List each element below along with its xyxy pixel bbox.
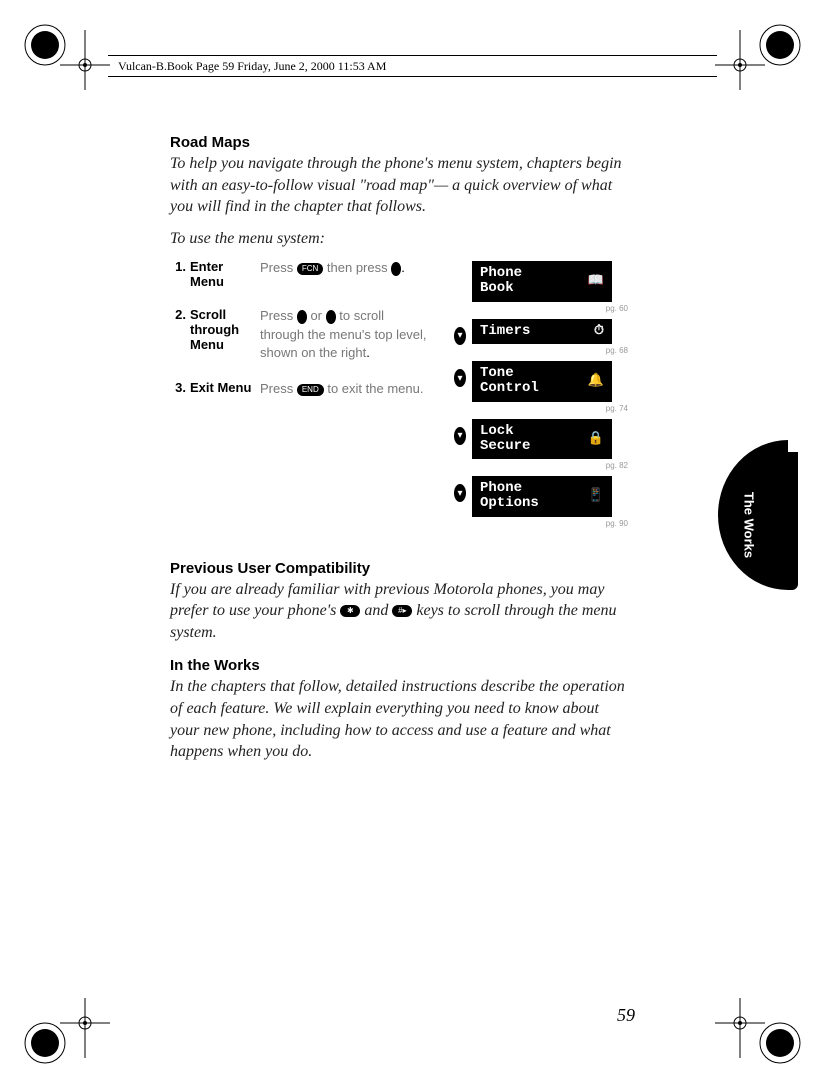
menu-box-label: Timers	[480, 324, 530, 339]
menu-item: ▾ Timers ⏱ pg. 68	[450, 319, 630, 356]
menu-box-icon: 🔒	[588, 432, 604, 446]
menu-box: Timers ⏱	[472, 319, 612, 345]
step-3: 3. Exit Menu Press END to exit the menu.	[170, 380, 430, 398]
menu-box: Tone Control 🔔	[472, 361, 612, 401]
menu-box-icon: 📱	[588, 489, 604, 503]
page-ref: pg. 74	[450, 404, 628, 413]
menu-item: ▾ Tone Control 🔔 pg. 74	[450, 361, 630, 412]
step-2: 2. Scroll through Menu Press or to scrol…	[170, 307, 430, 362]
step-1: 1. Enter Menu Press FCN then press .	[170, 259, 430, 289]
step-3-num: 3.	[170, 380, 190, 398]
step-2-num: 2.	[170, 307, 190, 362]
star-key-icon: ✱	[340, 605, 360, 617]
menu-box-icon: 📖	[588, 274, 604, 288]
road-maps-heading: Road Maps	[170, 134, 630, 151]
scroll-arrow-icon: ▾	[454, 369, 466, 387]
menu-box-label: Phone Book	[480, 266, 522, 295]
menu-item: ▾ Phone Options 📱 pg. 90	[450, 476, 630, 527]
step-2-desc: Press or to scroll through the menu's to…	[260, 307, 430, 362]
step-3-label: Exit Menu	[190, 380, 260, 398]
pound-key-icon: #▸	[392, 605, 412, 617]
page-number: 59	[617, 1005, 635, 1026]
page-ref: pg. 82	[450, 461, 628, 470]
header-text: Vulcan-B.Book Page 59 Friday, June 2, 20…	[108, 59, 386, 74]
side-tab: The Works	[708, 440, 798, 610]
menu-box: Phone Options 📱	[472, 476, 612, 516]
scroll-key-icon	[391, 262, 401, 276]
side-tab-label: The Works	[741, 492, 756, 558]
menu-box-label: Tone Control	[480, 366, 539, 395]
menu-box-label: Phone Options	[480, 481, 539, 510]
step-1-num: 1.	[170, 259, 190, 289]
fcn-key-icon: FCN	[297, 263, 323, 275]
step-2-label: Scroll through Menu	[190, 307, 260, 362]
menu-box-icon: ⏱	[594, 324, 604, 338]
crop-mark-tr	[715, 20, 805, 110]
scroll-up-key-icon	[297, 310, 307, 324]
step-1-desc: Press FCN then press .	[260, 259, 430, 289]
end-key-icon: END	[297, 384, 324, 396]
menu-box: Phone Book 📖	[472, 261, 612, 301]
scroll-arrow-icon: ▾	[454, 327, 466, 345]
scroll-down-key-icon	[326, 310, 336, 324]
road-maps-para: To help you navigate through the phone's…	[170, 153, 630, 218]
works-para: In the chapters that follow, detailed in…	[170, 676, 630, 762]
scroll-arrow-icon: ▾	[454, 427, 466, 445]
compat-heading: Previous User Compatibility	[170, 560, 630, 577]
page-ref: pg. 60	[450, 304, 628, 313]
step-1-label: Enter Menu	[190, 259, 260, 289]
step-3-desc: Press END to exit the menu.	[260, 380, 430, 398]
menu-item: ▾ Lock Secure 🔒 pg. 82	[450, 419, 630, 470]
menu-box-label: Lock Secure	[480, 424, 530, 453]
compat-para: If you are already familiar with previou…	[170, 579, 630, 644]
menu-item: Phone Book 📖 pg. 60	[450, 261, 630, 312]
menu-box: Lock Secure 🔒	[472, 419, 612, 459]
road-maps-lead: To use the menu system:	[170, 228, 630, 250]
crop-mark-br	[715, 978, 805, 1068]
scroll-arrow-icon: ▾	[454, 484, 466, 502]
menu-graphic: Phone Book📖pg. 60▾Timers⏱pg. 68▾Tone Con…	[450, 259, 630, 533]
page-ref: pg. 68	[450, 346, 628, 355]
step-list: 1. Enter Menu Press FCN then press . 2. …	[170, 259, 430, 533]
works-heading: In the Works	[170, 657, 630, 674]
page-header: Vulcan-B.Book Page 59 Friday, June 2, 20…	[108, 55, 717, 77]
menu-box-icon: 🔔	[588, 374, 604, 388]
page-ref: pg. 90	[450, 519, 628, 528]
crop-mark-tl	[20, 20, 110, 110]
crop-mark-bl	[20, 978, 110, 1068]
